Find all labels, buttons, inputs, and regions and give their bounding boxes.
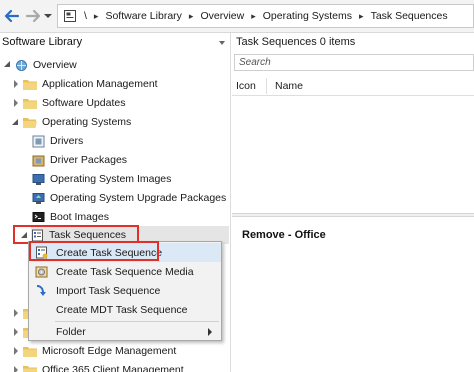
expanded-arrow-icon[interactable] bbox=[3, 60, 11, 68]
expanded-arrow-icon[interactable] bbox=[11, 118, 19, 126]
submenu-arrow-icon bbox=[208, 327, 212, 336]
breadcrumb-software-library[interactable]: Software Library bbox=[105, 10, 181, 22]
search-input[interactable]: Search bbox=[234, 54, 474, 71]
tree-item-application-management[interactable]: Application Management bbox=[23, 75, 158, 93]
list-column-header: Icon Name bbox=[232, 76, 474, 96]
collapsed-arrow-icon[interactable] bbox=[12, 309, 20, 317]
breadcrumb-operating-systems[interactable]: Operating Systems bbox=[263, 10, 352, 22]
breadcrumb-task-sequences[interactable]: Task Sequences bbox=[371, 10, 448, 22]
breadcrumb-separator[interactable]: ▸ bbox=[94, 11, 99, 22]
tree-item-os-upgrade-packages[interactable]: Operating System Upgrade Packages bbox=[32, 189, 226, 207]
tree-item-label: Drivers bbox=[50, 135, 84, 147]
back-arrow-icon bbox=[4, 9, 20, 23]
menu-item-import-task-sequence[interactable]: Import Task Sequence bbox=[29, 281, 221, 300]
tree-item-microsoft-edge-management[interactable]: Microsoft Edge Management bbox=[23, 342, 176, 360]
menu-item-label: Create MDT Task Sequence bbox=[56, 303, 188, 316]
back-button[interactable] bbox=[2, 6, 22, 26]
breadcrumb-root-separator[interactable]: \ bbox=[84, 10, 87, 22]
menu-item-label: Create Task Sequence Media bbox=[56, 265, 194, 278]
highlight-create-task-sequence bbox=[29, 241, 159, 261]
tree-item-office-365-client-management[interactable]: Office 365 Client Management bbox=[23, 361, 184, 372]
tree-item-label: Software Updates bbox=[42, 97, 126, 109]
folder-icon bbox=[23, 365, 37, 372]
os-image-icon bbox=[32, 173, 45, 185]
collapsed-arrow-icon[interactable] bbox=[12, 328, 20, 336]
tree-item-label: Application Management bbox=[42, 78, 158, 90]
menu-item-label: Folder bbox=[56, 325, 86, 338]
tree-item-drivers[interactable]: Drivers bbox=[32, 132, 83, 150]
collapsed-arrow-icon[interactable] bbox=[12, 347, 20, 355]
menu-item-folder[interactable]: Folder bbox=[29, 322, 221, 341]
breadcrumb: \ ▸ Software Library ▸ Overview ▸ Operat… bbox=[57, 4, 474, 28]
menu-item-create-task-sequence-media[interactable]: Create Task Sequence Media bbox=[29, 262, 221, 281]
tree-item-label: Operating System Images bbox=[50, 173, 172, 185]
content-pane: Task Sequences 0 items Search Icon Name … bbox=[232, 33, 474, 372]
tree-item-label: Overview bbox=[33, 59, 77, 71]
tree-item-label: Microsoft Edge Management bbox=[42, 345, 177, 357]
tree-item-label: Operating System Upgrade Packages bbox=[50, 192, 227, 204]
tree-item-label: Operating Systems bbox=[42, 116, 132, 128]
navigation-toolbar: \ ▸ Software Library ▸ Overview ▸ Operat… bbox=[0, 0, 474, 33]
history-dropdown-icon[interactable] bbox=[44, 12, 52, 20]
search-placeholder: Search bbox=[239, 57, 271, 68]
tree-item-operating-systems[interactable]: Operating Systems bbox=[23, 113, 131, 131]
folder-icon bbox=[23, 79, 37, 90]
tree-item-label: Driver Packages bbox=[50, 154, 128, 166]
breadcrumb-separator[interactable]: ▸ bbox=[359, 11, 364, 22]
pane-title: Software Library bbox=[2, 36, 83, 48]
folder-icon bbox=[23, 346, 37, 357]
driver-package-icon bbox=[32, 155, 45, 166]
create-media-icon bbox=[35, 266, 48, 278]
column-header-name[interactable]: Name bbox=[275, 80, 303, 92]
collapse-pane-icon[interactable] bbox=[218, 39, 226, 47]
import-arrow-icon bbox=[36, 285, 46, 296]
breadcrumb-overview[interactable]: Overview bbox=[200, 10, 244, 22]
breadcrumb-separator[interactable]: ▸ bbox=[189, 11, 194, 22]
menu-item-create-mdt-task-sequence[interactable]: Create MDT Task Sequence bbox=[29, 300, 221, 319]
forward-button[interactable] bbox=[23, 6, 43, 26]
tree-item-software-updates[interactable]: Software Updates bbox=[23, 94, 125, 112]
folder-open-icon bbox=[23, 117, 37, 128]
breadcrumb-separator[interactable]: ▸ bbox=[251, 11, 256, 22]
tree-item-os-images[interactable]: Operating System Images bbox=[32, 170, 171, 188]
column-divider[interactable] bbox=[266, 78, 267, 94]
pane-splitter[interactable] bbox=[232, 213, 474, 217]
tree-item-overview[interactable]: Overview bbox=[15, 56, 77, 74]
details-title: Remove - Office bbox=[242, 229, 326, 241]
collapsed-arrow-icon[interactable] bbox=[12, 366, 20, 372]
driver-icon bbox=[32, 135, 45, 147]
list-title: Task Sequences 0 items bbox=[236, 36, 356, 48]
tree-item-boot-images[interactable]: Boot Images bbox=[32, 208, 109, 226]
boot-image-icon bbox=[32, 211, 45, 222]
column-header-icon[interactable]: Icon bbox=[236, 80, 256, 92]
menu-item-label: Import Task Sequence bbox=[56, 284, 161, 297]
overview-icon bbox=[16, 59, 27, 71]
tree-item-label: Boot Images bbox=[50, 211, 109, 223]
collapsed-arrow-icon[interactable] bbox=[12, 99, 20, 107]
forward-arrow-icon bbox=[25, 9, 41, 23]
console-root-icon[interactable] bbox=[64, 10, 76, 22]
tree-item-label: Office 365 Client Management bbox=[42, 364, 184, 372]
tree-item-driver-packages[interactable]: Driver Packages bbox=[32, 151, 127, 169]
os-upgrade-package-icon bbox=[32, 192, 45, 204]
folder-icon bbox=[23, 98, 37, 109]
collapsed-arrow-icon[interactable] bbox=[12, 80, 20, 88]
